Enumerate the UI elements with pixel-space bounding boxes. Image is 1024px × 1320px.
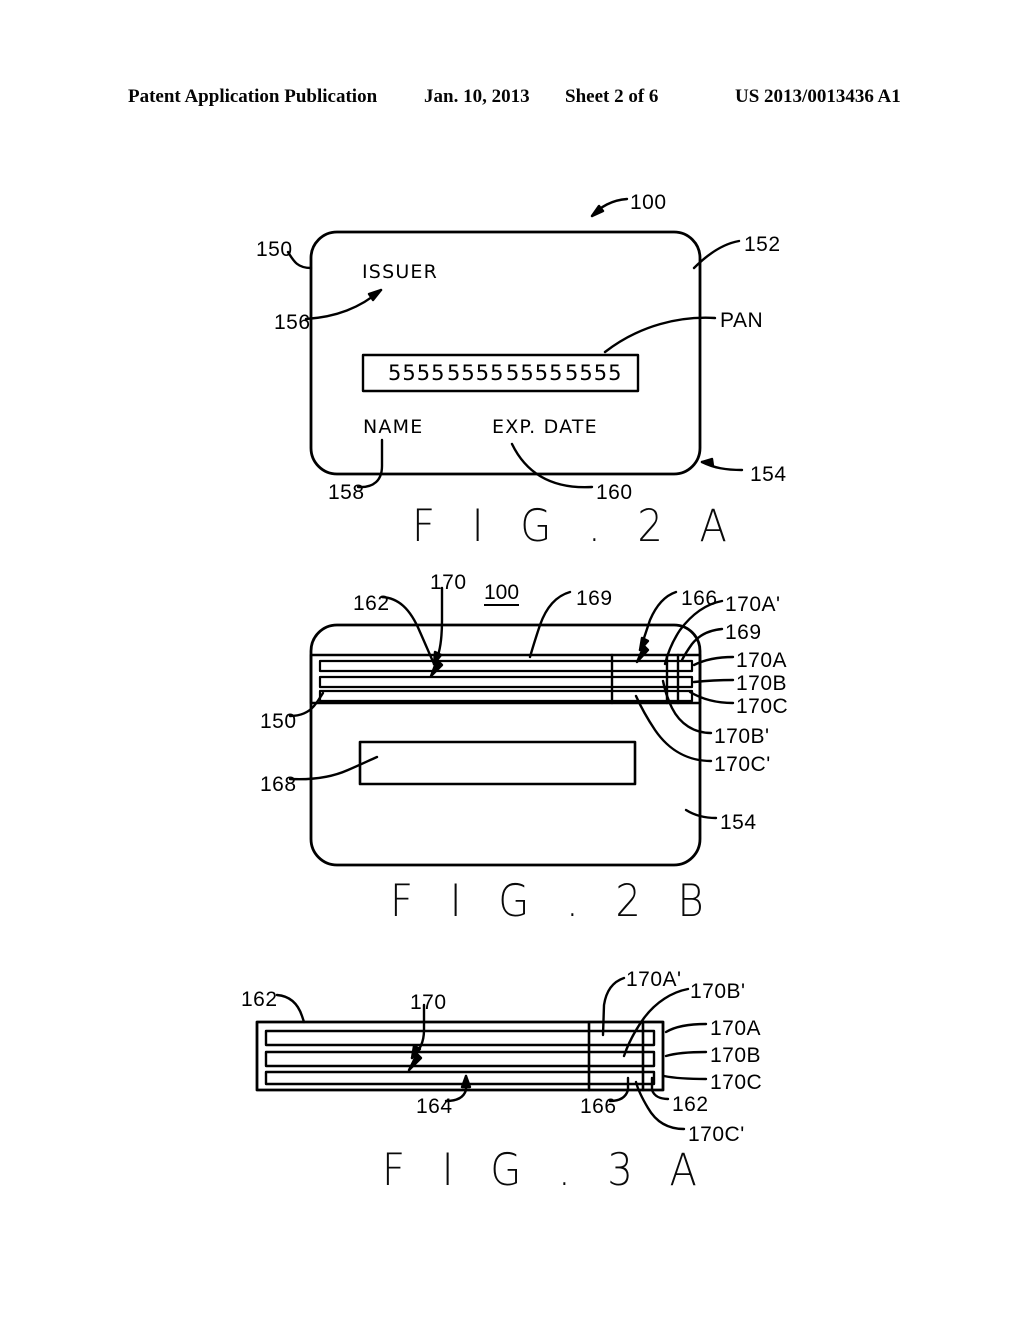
- fig2b-leader-170c: [688, 690, 735, 705]
- fig2a-callout-pan: PAN: [720, 309, 764, 332]
- fig2b-callout-170b: 170B: [736, 672, 788, 695]
- fig3a-track-170a: [264, 1029, 656, 1047]
- fig2a-leader-156: [304, 288, 383, 321]
- fig2b-reference-100: 100: [484, 581, 520, 606]
- fig3a-leader-170a: [664, 1022, 708, 1034]
- fig2a-callout-158: 158: [328, 481, 365, 504]
- fig2a-callout-154: 154: [750, 463, 787, 486]
- fig2b-callout-154: 154: [720, 811, 757, 834]
- patent-drawing-sheet: [0, 0, 1024, 1320]
- fig2b-signature-panel: [358, 740, 637, 786]
- card-name-label: NAME: [363, 416, 424, 438]
- fig2a-leader-pan: [603, 316, 717, 354]
- fig2b-caption: F I G . 2 B: [390, 875, 716, 928]
- card-pan-group-3: 5555: [506, 361, 564, 385]
- fig2b-leader-162: [380, 595, 438, 670]
- fig2b-callout-170a-prime: 170A': [725, 593, 781, 616]
- fig2b-callout-166: 166: [681, 587, 718, 610]
- fig2a-leader-160: [510, 442, 594, 489]
- fig2b-callout-162: 162: [353, 592, 390, 615]
- fig3a-leader-170c: [662, 1074, 708, 1081]
- fig2b-callout-170c: 170C: [736, 695, 789, 718]
- fig2b-callout-150: 150: [260, 710, 297, 733]
- card-pan-group-1: 5555: [388, 361, 446, 385]
- card-pan-group-2: 5555: [447, 361, 505, 385]
- fig2b-callout-169-top: 169: [576, 587, 613, 610]
- fig3a-leader-162-left: [275, 993, 306, 1024]
- fig3a-callout-164: 164: [416, 1095, 453, 1118]
- fig2a-callout-156: 156: [274, 311, 311, 334]
- fig2a-caption: F I G . 2 A: [412, 500, 739, 553]
- fig2a-callout-152: 152: [744, 233, 781, 256]
- fig3a-track-170c: [264, 1070, 656, 1086]
- fig3a-leader-170b: [664, 1050, 708, 1058]
- fig3a-callout-170a: 170A: [710, 1017, 762, 1040]
- card-pan-group-4: 5555: [565, 361, 623, 385]
- fig3a-track-170b: [264, 1050, 656, 1068]
- fig3a-callout-162-right: 162: [672, 1093, 709, 1116]
- fig2b-callout-168: 168: [260, 773, 297, 796]
- fig2b-callout-169-right: 169: [725, 621, 762, 644]
- fig2a-callout-150: 150: [256, 238, 293, 261]
- fig2b-callout-170b-prime: 170B': [714, 725, 770, 748]
- fig2b-leader-168: [288, 755, 379, 781]
- fig2a-leader-154: [700, 457, 744, 472]
- fig2b-callout-170a: 170A: [736, 649, 788, 672]
- fig2b-track-170b: [318, 675, 694, 689]
- fig2b-callout-170c-prime: 170C': [714, 753, 771, 776]
- fig2a-leader-100: [590, 197, 629, 218]
- fig2b-magnetic-stripe-band: [309, 653, 702, 705]
- fig3a-leader-170a-prime: [601, 976, 626, 1037]
- fig3a-caption: F I G . 3 A: [382, 1144, 709, 1197]
- fig3a-callout-170c: 170C: [710, 1071, 763, 1094]
- fig3a-callout-170a-prime: 170A': [626, 968, 682, 991]
- fig3a-leader-170: [407, 1003, 426, 1072]
- fig2b-leader-170b-prime: [661, 679, 713, 735]
- fig3a-callout-170: 170: [410, 991, 447, 1014]
- fig3a-callout-166: 166: [580, 1095, 617, 1118]
- fig2b-leader-170b: [692, 678, 735, 684]
- fig3a-callout-170b-prime: 170B': [690, 980, 746, 1003]
- fig2b-callout-170: 170: [430, 571, 467, 594]
- fig3a-callout-162-left: 162: [241, 988, 278, 1011]
- fig2a-callout-100: 100: [630, 191, 667, 214]
- card-exp-date-label: EXP. DATE: [492, 416, 598, 438]
- fig3a-callout-170b: 170B: [710, 1044, 762, 1067]
- card-issuer-label: ISSUER: [362, 261, 439, 283]
- fig3a-callout-170c-prime: 170C': [688, 1123, 745, 1146]
